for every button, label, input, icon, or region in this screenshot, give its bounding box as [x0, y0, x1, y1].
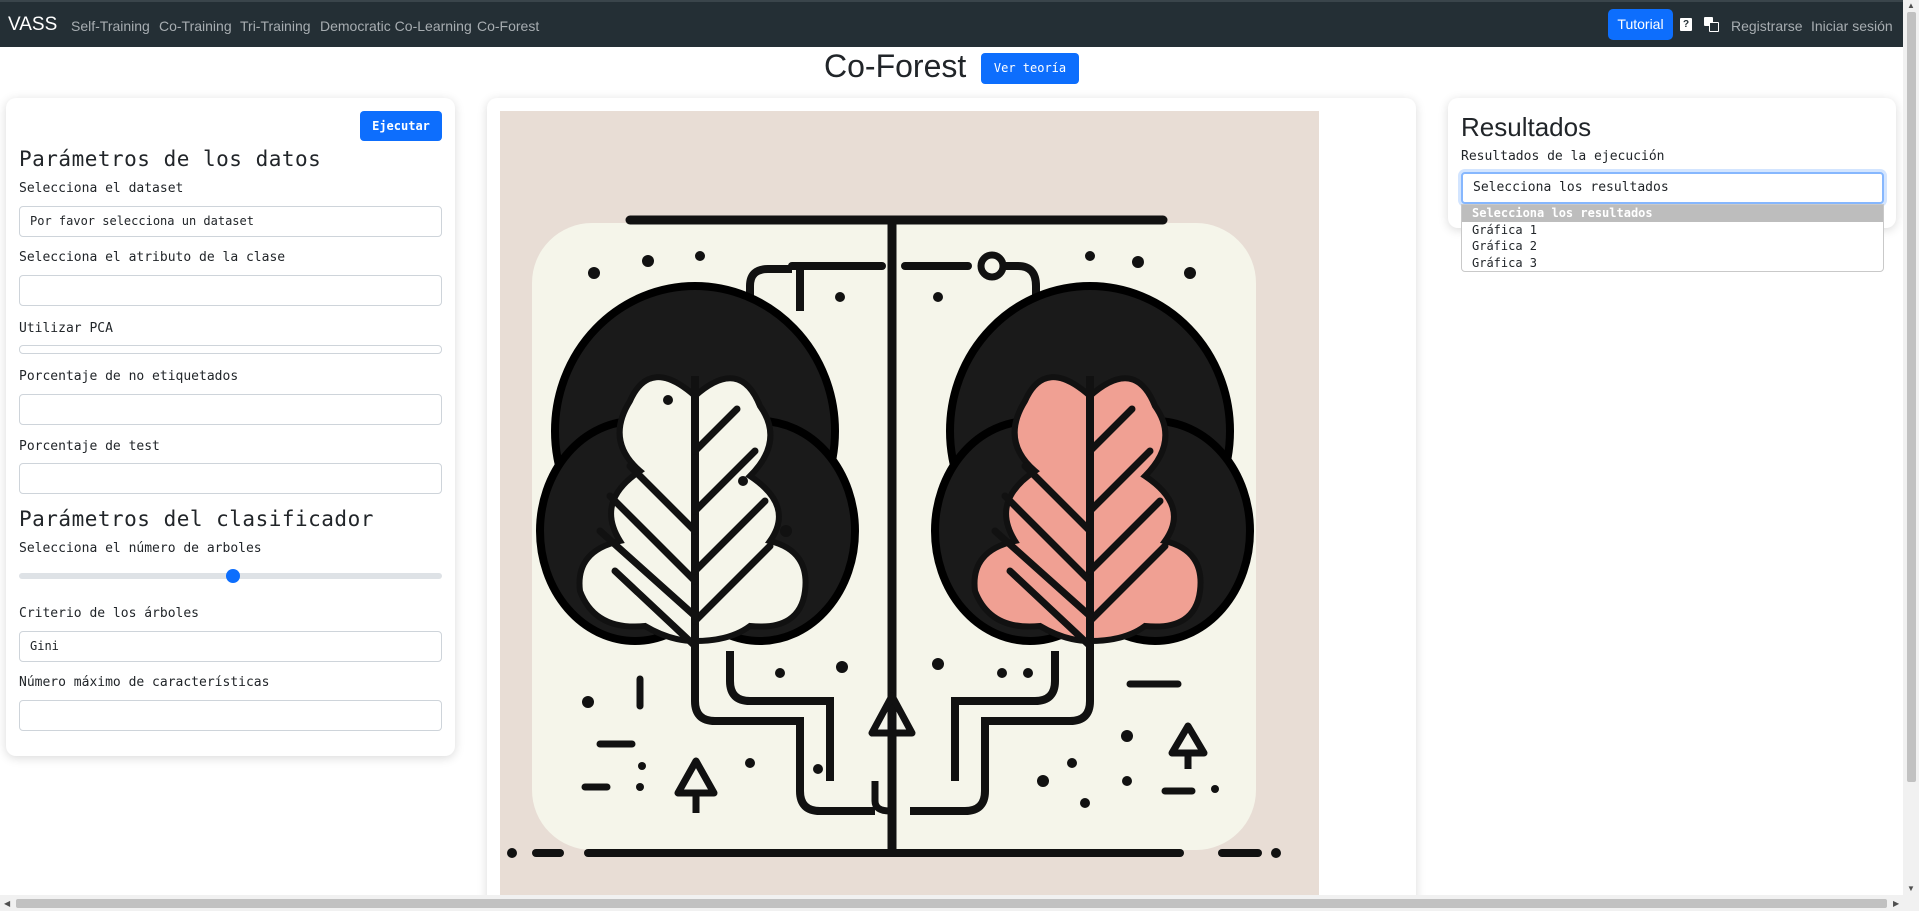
theory-button[interactable]: Ver teoría: [981, 53, 1079, 84]
nav-link-co-forest[interactable]: Co-Forest: [477, 18, 539, 34]
nav-link-self-training[interactable]: Self-Training: [71, 18, 150, 34]
scroll-right-icon[interactable]: ▶: [1893, 899, 1899, 908]
max-features-label: Número máximo de características: [19, 675, 270, 690]
results-option[interactable]: Gráfica 3: [1462, 255, 1883, 272]
dataset-select[interactable]: Por favor selecciona un dataset: [19, 206, 442, 237]
page-title: Co-Forest: [824, 48, 967, 84]
results-dropdown: Selecciona los resultados Gráfica 1 Gráf…: [1461, 204, 1884, 272]
pca-label: Utilizar PCA: [19, 321, 113, 336]
criterion-label: Criterio de los árboles: [19, 606, 200, 621]
execute-button[interactable]: Ejecutar: [360, 111, 442, 141]
trees-count-slider-thumb[interactable]: [226, 569, 240, 583]
unlabeled-percent-input[interactable]: [19, 394, 442, 425]
translate-icon[interactable]: [1704, 17, 1719, 32]
criterion-select[interactable]: Gini: [19, 631, 442, 662]
scroll-down-icon[interactable]: ▼: [1907, 884, 1915, 893]
scroll-up-icon[interactable]: ▲: [1907, 1, 1915, 10]
class-attribute-select[interactable]: [19, 275, 442, 306]
results-label: Resultados de la ejecución: [1461, 149, 1665, 164]
navbar: VASS Self-Training Co-Training Tri-Train…: [0, 0, 1903, 47]
unlabeled-percent-label: Porcentaje de no etiquetados: [19, 369, 239, 384]
co-forest-illustration: [500, 111, 1319, 897]
nav-link-democratic-co-learning[interactable]: Democratic Co-Learning: [320, 18, 472, 34]
trees-count-label: Selecciona el número de arboles: [19, 541, 262, 556]
results-heading: Resultados: [1461, 112, 1592, 142]
dataset-label: Selecciona el dataset: [19, 181, 184, 196]
results-select[interactable]: Selecciona los resultados: [1461, 172, 1884, 204]
results-option[interactable]: Gráfica 1: [1462, 222, 1883, 239]
pca-select[interactable]: [19, 345, 442, 354]
brand-logo[interactable]: VASS: [8, 14, 57, 36]
results-option[interactable]: Selecciona los resultados: [1462, 205, 1883, 222]
vertical-scrollbar-thumb[interactable]: [1907, 12, 1916, 782]
horizontal-scrollbar-thumb[interactable]: [16, 899, 1887, 908]
nav-link-tri-training[interactable]: Tri-Training: [240, 18, 311, 34]
test-percent-input[interactable]: [19, 463, 442, 494]
login-link[interactable]: Iniciar sesión: [1811, 18, 1893, 34]
help-icon[interactable]: ?: [1680, 18, 1692, 31]
tutorial-button[interactable]: Tutorial: [1608, 9, 1673, 40]
classifier-params-heading: Parámetros del clasificador: [19, 507, 374, 531]
test-percent-label: Porcentaje de test: [19, 439, 160, 454]
max-features-select[interactable]: [19, 700, 442, 731]
register-link[interactable]: Registrarse: [1731, 18, 1803, 34]
scroll-left-icon[interactable]: ◀: [4, 899, 10, 908]
class-attribute-label: Selecciona el atributo de la clase: [19, 250, 286, 265]
data-params-heading: Parámetros de los datos: [19, 147, 322, 171]
results-option[interactable]: Gráfica 2: [1462, 238, 1883, 255]
nav-link-co-training[interactable]: Co-Training: [159, 18, 232, 34]
